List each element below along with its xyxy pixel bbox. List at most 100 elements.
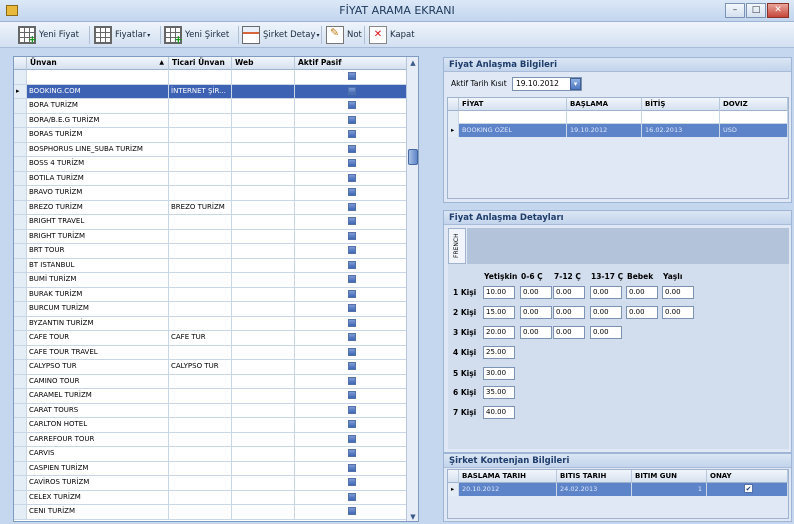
active-checkbox[interactable] (348, 318, 356, 327)
price-input[interactable]: 0.00 (553, 286, 585, 299)
active-checkbox[interactable] (348, 202, 356, 211)
active-checkbox[interactable] (348, 217, 356, 225)
table-row[interactable]: BOSS 4 TURİZM (14, 157, 418, 172)
calendar-dropdown-icon[interactable]: ▾ (570, 78, 581, 90)
table-row[interactable]: BRT TOUR (14, 244, 418, 259)
table-row[interactable]: BOSPHORUS LINE_SUBA TURİZM (14, 142, 418, 157)
table-row[interactable]: BT ISTANBUL (14, 258, 418, 273)
active-checkbox[interactable] (348, 492, 356, 501)
col-header-ticari-unvan[interactable]: Ticari Ünvan (169, 57, 232, 70)
price-input[interactable]: 10.00 (483, 286, 515, 299)
price-input[interactable]: 0.00 (662, 306, 694, 319)
table-row[interactable]: BUMİ TURİZM (14, 273, 418, 288)
active-checkbox[interactable] (348, 463, 356, 472)
price-input[interactable]: 25.00 (483, 346, 515, 359)
table-row[interactable]: ▸ BOOKING.COM İNTERNET ŞİR... (14, 84, 418, 99)
active-checkbox[interactable] (348, 420, 356, 428)
minimize-button[interactable]: – (725, 3, 745, 18)
quota-onay-checkbox[interactable]: ✔ (707, 483, 788, 496)
price-input[interactable]: 0.00 (590, 326, 622, 339)
col-header-web[interactable]: Web (232, 57, 295, 70)
active-checkbox[interactable] (348, 405, 356, 414)
company-grid-scrollbar[interactable]: ▲ ▼ (406, 57, 418, 521)
price-input[interactable]: 40.00 (483, 406, 515, 419)
table-row[interactable]: BORA/B.E.G TURİZM (14, 113, 418, 128)
active-checkbox[interactable] (348, 376, 356, 385)
agreement-filter-row[interactable] (448, 111, 788, 124)
col-header-unvan[interactable]: Ünvan ▲ (27, 57, 169, 70)
table-row[interactable]: CARAMEL TURİZM (14, 389, 418, 404)
table-row[interactable]: BOTILA TURİZM (14, 171, 418, 186)
table-row[interactable]: BRIGHT TURİZM (14, 229, 418, 244)
col-fiyat[interactable]: FİYAT (459, 98, 567, 111)
active-checkbox[interactable] (348, 507, 356, 515)
table-row[interactable]: BORA TURİZM (14, 99, 418, 114)
table-row[interactable]: BREZO TURİZM BREZO TURİZM (14, 200, 418, 215)
active-checkbox[interactable] (348, 173, 356, 182)
filter-checkbox[interactable] (348, 72, 356, 80)
table-row[interactable]: BURCUM TURİZM (14, 302, 418, 317)
table-row[interactable]: BORAS TURİZM (14, 128, 418, 143)
active-checkbox[interactable] (348, 101, 356, 109)
active-checkbox[interactable] (348, 449, 356, 457)
quota-row[interactable]: ▸ 20.10.2012 24.02.2013 1 ✔ (448, 483, 788, 496)
table-row[interactable]: CARVIS (14, 447, 418, 462)
price-input[interactable]: 30.00 (483, 367, 515, 380)
col-doviz[interactable]: DOVIZ (720, 98, 788, 111)
table-row[interactable]: CAFE TOUR CAFE TUR (14, 331, 418, 346)
price-input[interactable]: 0.00 (590, 306, 622, 319)
active-checkbox[interactable] (348, 362, 356, 370)
prices-dropdown-button[interactable]: Fiyatlar ▾ (94, 24, 150, 46)
table-row[interactable]: BYZANTIN TURİZM (14, 316, 418, 331)
active-checkbox[interactable] (348, 333, 356, 341)
active-checkbox[interactable] (348, 130, 356, 138)
active-checkbox[interactable] (348, 347, 356, 356)
company-filter-row[interactable] (14, 70, 418, 85)
new-price-button[interactable]: Yeni Fiyat (18, 24, 79, 46)
active-checkbox[interactable] (348, 275, 356, 283)
price-input[interactable]: 0.00 (590, 286, 622, 299)
col-bitim-gun[interactable]: BITIM GUN (632, 470, 707, 483)
active-checkbox[interactable] (348, 478, 356, 486)
table-row[interactable]: CENI TURİZM (14, 505, 418, 520)
agreement-row[interactable]: ▸ BOOKING OZEL 19.10.2012 16.02.2013 USD (448, 124, 788, 137)
price-input[interactable]: 0.00 (626, 306, 658, 319)
active-checkbox[interactable] (348, 260, 356, 269)
active-checkbox[interactable] (348, 231, 356, 240)
table-row[interactable]: CAVİROS TURİZM (14, 476, 418, 491)
close-button[interactable]: ✕ (767, 3, 789, 18)
table-row[interactable]: CASPIEN TURİZM (14, 461, 418, 476)
table-row[interactable]: CELEX TURİZM (14, 490, 418, 505)
col-onay[interactable]: ONAY (707, 470, 788, 483)
table-row[interactable]: CAMINO TOUR (14, 374, 418, 389)
active-checkbox[interactable] (348, 86, 356, 95)
col-header-aktif-pasif[interactable]: Aktif Pasif (295, 57, 408, 70)
active-checkbox[interactable] (348, 144, 356, 153)
col-bitis[interactable]: BİTİŞ (642, 98, 720, 111)
active-checkbox[interactable] (348, 434, 356, 443)
active-checkbox[interactable] (348, 304, 356, 312)
price-input[interactable]: 0.00 (553, 326, 585, 339)
col-baslama-tarih[interactable]: BASLAMA TARIH (459, 470, 557, 483)
col-baslama[interactable]: BAŞLAMA (567, 98, 642, 111)
table-row[interactable]: CALYPSO TUR CALYPSO TUR (14, 360, 418, 375)
active-checkbox[interactable] (348, 188, 356, 196)
table-row[interactable]: BRIGHT TRAVEL (14, 215, 418, 230)
price-input[interactable]: 0.00 (626, 286, 658, 299)
active-checkbox[interactable] (348, 115, 356, 124)
note-button[interactable]: Not (326, 24, 362, 46)
table-row[interactable]: BURAK TURİZM (14, 287, 418, 302)
price-input[interactable]: 0.00 (520, 306, 552, 319)
col-bitis-tarih[interactable]: BITIS TARIH (557, 470, 632, 483)
active-checkbox[interactable] (348, 246, 356, 254)
price-input[interactable]: 35.00 (483, 386, 515, 399)
price-input[interactable]: 0.00 (662, 286, 694, 299)
company-detail-dropdown-button[interactable]: Şirket Detay ▾ (242, 24, 320, 46)
scroll-thumb[interactable] (408, 149, 418, 165)
price-input[interactable]: 0.00 (520, 286, 552, 299)
table-row[interactable]: CAFE TOUR TRAVEL (14, 345, 418, 360)
table-row[interactable]: CARLTON HOTEL (14, 418, 418, 433)
new-company-button[interactable]: Yeni Şirket (164, 24, 229, 46)
price-input[interactable]: 0.00 (553, 306, 585, 319)
tab-french[interactable]: FRENCH (448, 228, 466, 264)
